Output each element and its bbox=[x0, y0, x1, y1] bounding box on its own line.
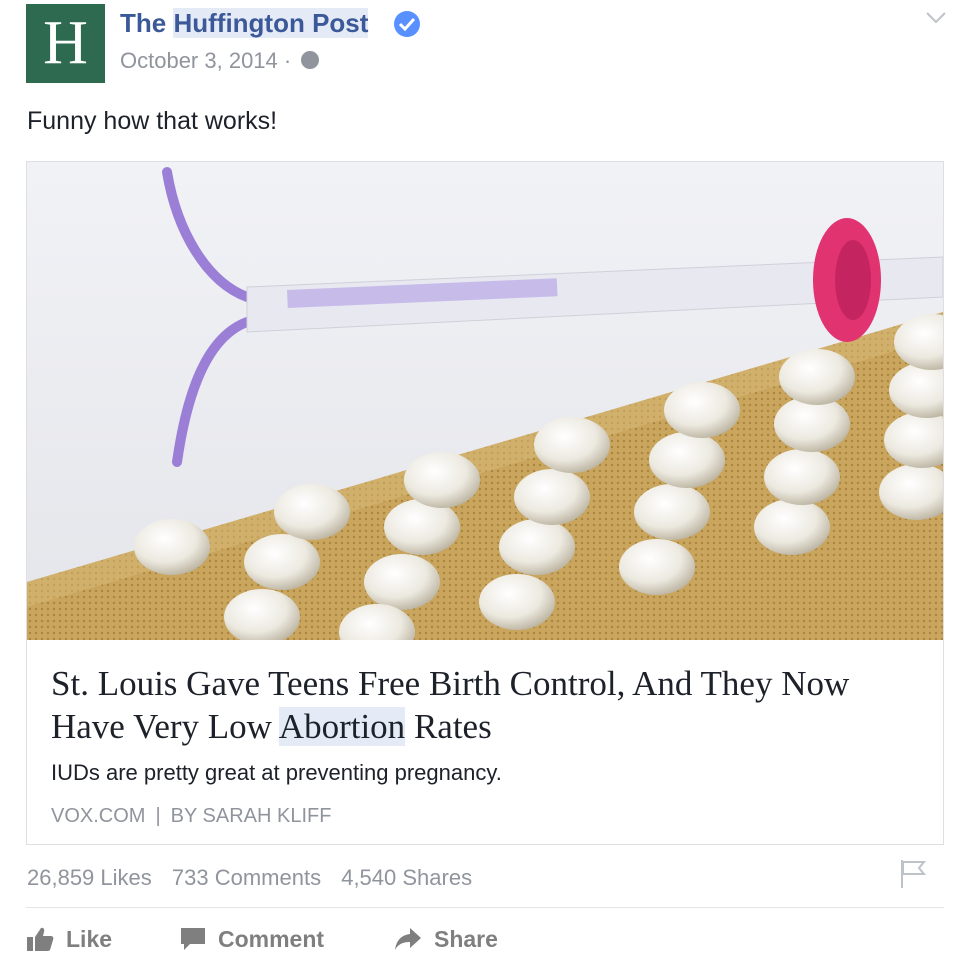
post-status-text: Funny how that works! bbox=[27, 107, 278, 135]
source-separator: | bbox=[155, 805, 161, 827]
link-title[interactable]: St. Louis Gave Teens Free Birth Control,… bbox=[51, 662, 931, 748]
page-name-prefix: The bbox=[120, 8, 167, 38]
avatar-letter: H bbox=[43, 9, 88, 77]
shares-count[interactable]: 4,540 Shares bbox=[341, 865, 472, 890]
post-date[interactable]: October 3, 2014 bbox=[120, 48, 278, 73]
page-avatar[interactable]: H bbox=[26, 4, 105, 83]
like-label: Like bbox=[66, 925, 113, 952]
link-preview-image[interactable] bbox=[27, 162, 943, 640]
chevron-down-icon[interactable] bbox=[926, 12, 946, 24]
link-author: BY SARAH KLIFF bbox=[170, 805, 332, 827]
link-preview-card[interactable]: St. Louis Gave Teens Free Birth Control,… bbox=[26, 161, 944, 845]
action-divider bbox=[26, 907, 944, 908]
engagement-counts: 26,859 Likes 733 Comments 4,540 Shares bbox=[27, 865, 486, 891]
link-source-domain: VOX.COM bbox=[51, 805, 146, 827]
link-title-highlight: Abortion bbox=[278, 707, 406, 746]
share-label: Share bbox=[434, 925, 498, 952]
globe-icon bbox=[301, 51, 320, 70]
facebook-post: H The Huffington Post October 3, 2014 · … bbox=[0, 0, 980, 980]
page-name-link[interactable]: The Huffington Post bbox=[120, 8, 369, 39]
comments-count[interactable]: 733 Comments bbox=[172, 865, 321, 890]
verified-badge-icon bbox=[394, 11, 420, 37]
likes-count[interactable]: 26,859 Likes bbox=[27, 865, 152, 890]
share-icon bbox=[395, 928, 421, 950]
post-meta: October 3, 2014 · bbox=[120, 48, 320, 74]
comment-label: Comment bbox=[218, 925, 325, 952]
comment-button[interactable]: Comment bbox=[180, 922, 324, 956]
like-button[interactable]: Like bbox=[26, 922, 112, 956]
date-separator: · bbox=[283, 48, 292, 73]
flag-icon[interactable] bbox=[898, 858, 926, 890]
link-source-line: VOX.COM | BY SARAH KLIFF bbox=[51, 805, 331, 828]
link-title-end: Rates bbox=[413, 707, 492, 746]
share-button[interactable]: Share bbox=[394, 922, 498, 956]
link-description: IUDs are pretty great at preventing preg… bbox=[51, 760, 502, 785]
birth-control-photo bbox=[27, 162, 943, 640]
page-name-highlight: Huffington Post bbox=[173, 8, 369, 38]
like-icon bbox=[27, 927, 54, 951]
comment-icon bbox=[181, 928, 205, 950]
